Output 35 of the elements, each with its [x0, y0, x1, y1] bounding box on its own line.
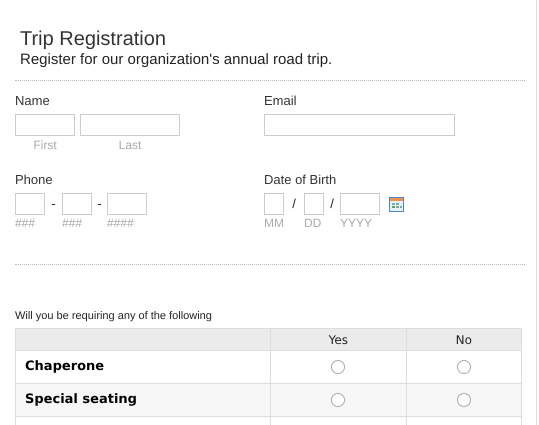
question-text: Will you be requiring any of the following: [15, 309, 213, 323]
radio-button[interactable]: [456, 360, 471, 374]
field-hint: DD: [304, 215, 322, 231]
input-field[interactable]: [62, 193, 92, 215]
field-hint: First: [33, 137, 57, 154]
field-hint: ####: [107, 215, 134, 231]
field-label: Phone: [15, 172, 54, 188]
field-hint: ###: [15, 215, 36, 231]
field-label: Date of Birth: [264, 172, 338, 188]
input-field[interactable]: [15, 193, 45, 215]
radio-button[interactable]: [331, 360, 346, 374]
column-header: No: [406, 328, 522, 350]
separator: -: [50, 195, 57, 214]
input-field[interactable]: [264, 193, 284, 215]
calendar-icon[interactable]: [389, 197, 404, 212]
field-hint: Last: [118, 137, 142, 154]
radio-button[interactable]: [331, 393, 346, 407]
field-label: Name: [15, 93, 51, 109]
separator: -: [96, 195, 103, 214]
field-label: Email: [264, 93, 298, 109]
field-hint: YYYY: [340, 215, 372, 231]
form-title: Trip Registration: [20, 27, 167, 51]
input-field[interactable]: [340, 193, 380, 215]
separator: /: [291, 195, 297, 214]
radio-button[interactable]: [456, 393, 471, 407]
input-field[interactable]: [15, 114, 75, 136]
input-field[interactable]: [304, 193, 324, 215]
separator: /: [329, 195, 335, 214]
field-hint: ###: [62, 215, 82, 231]
input-field[interactable]: [80, 114, 180, 136]
column-header: Yes: [270, 328, 406, 350]
field-hint: MM: [264, 215, 284, 231]
input-field[interactable]: [264, 114, 455, 136]
form-subtitle: Register for our organization's annual road trip.: [20, 51, 334, 69]
input-field[interactable]: [107, 193, 147, 215]
